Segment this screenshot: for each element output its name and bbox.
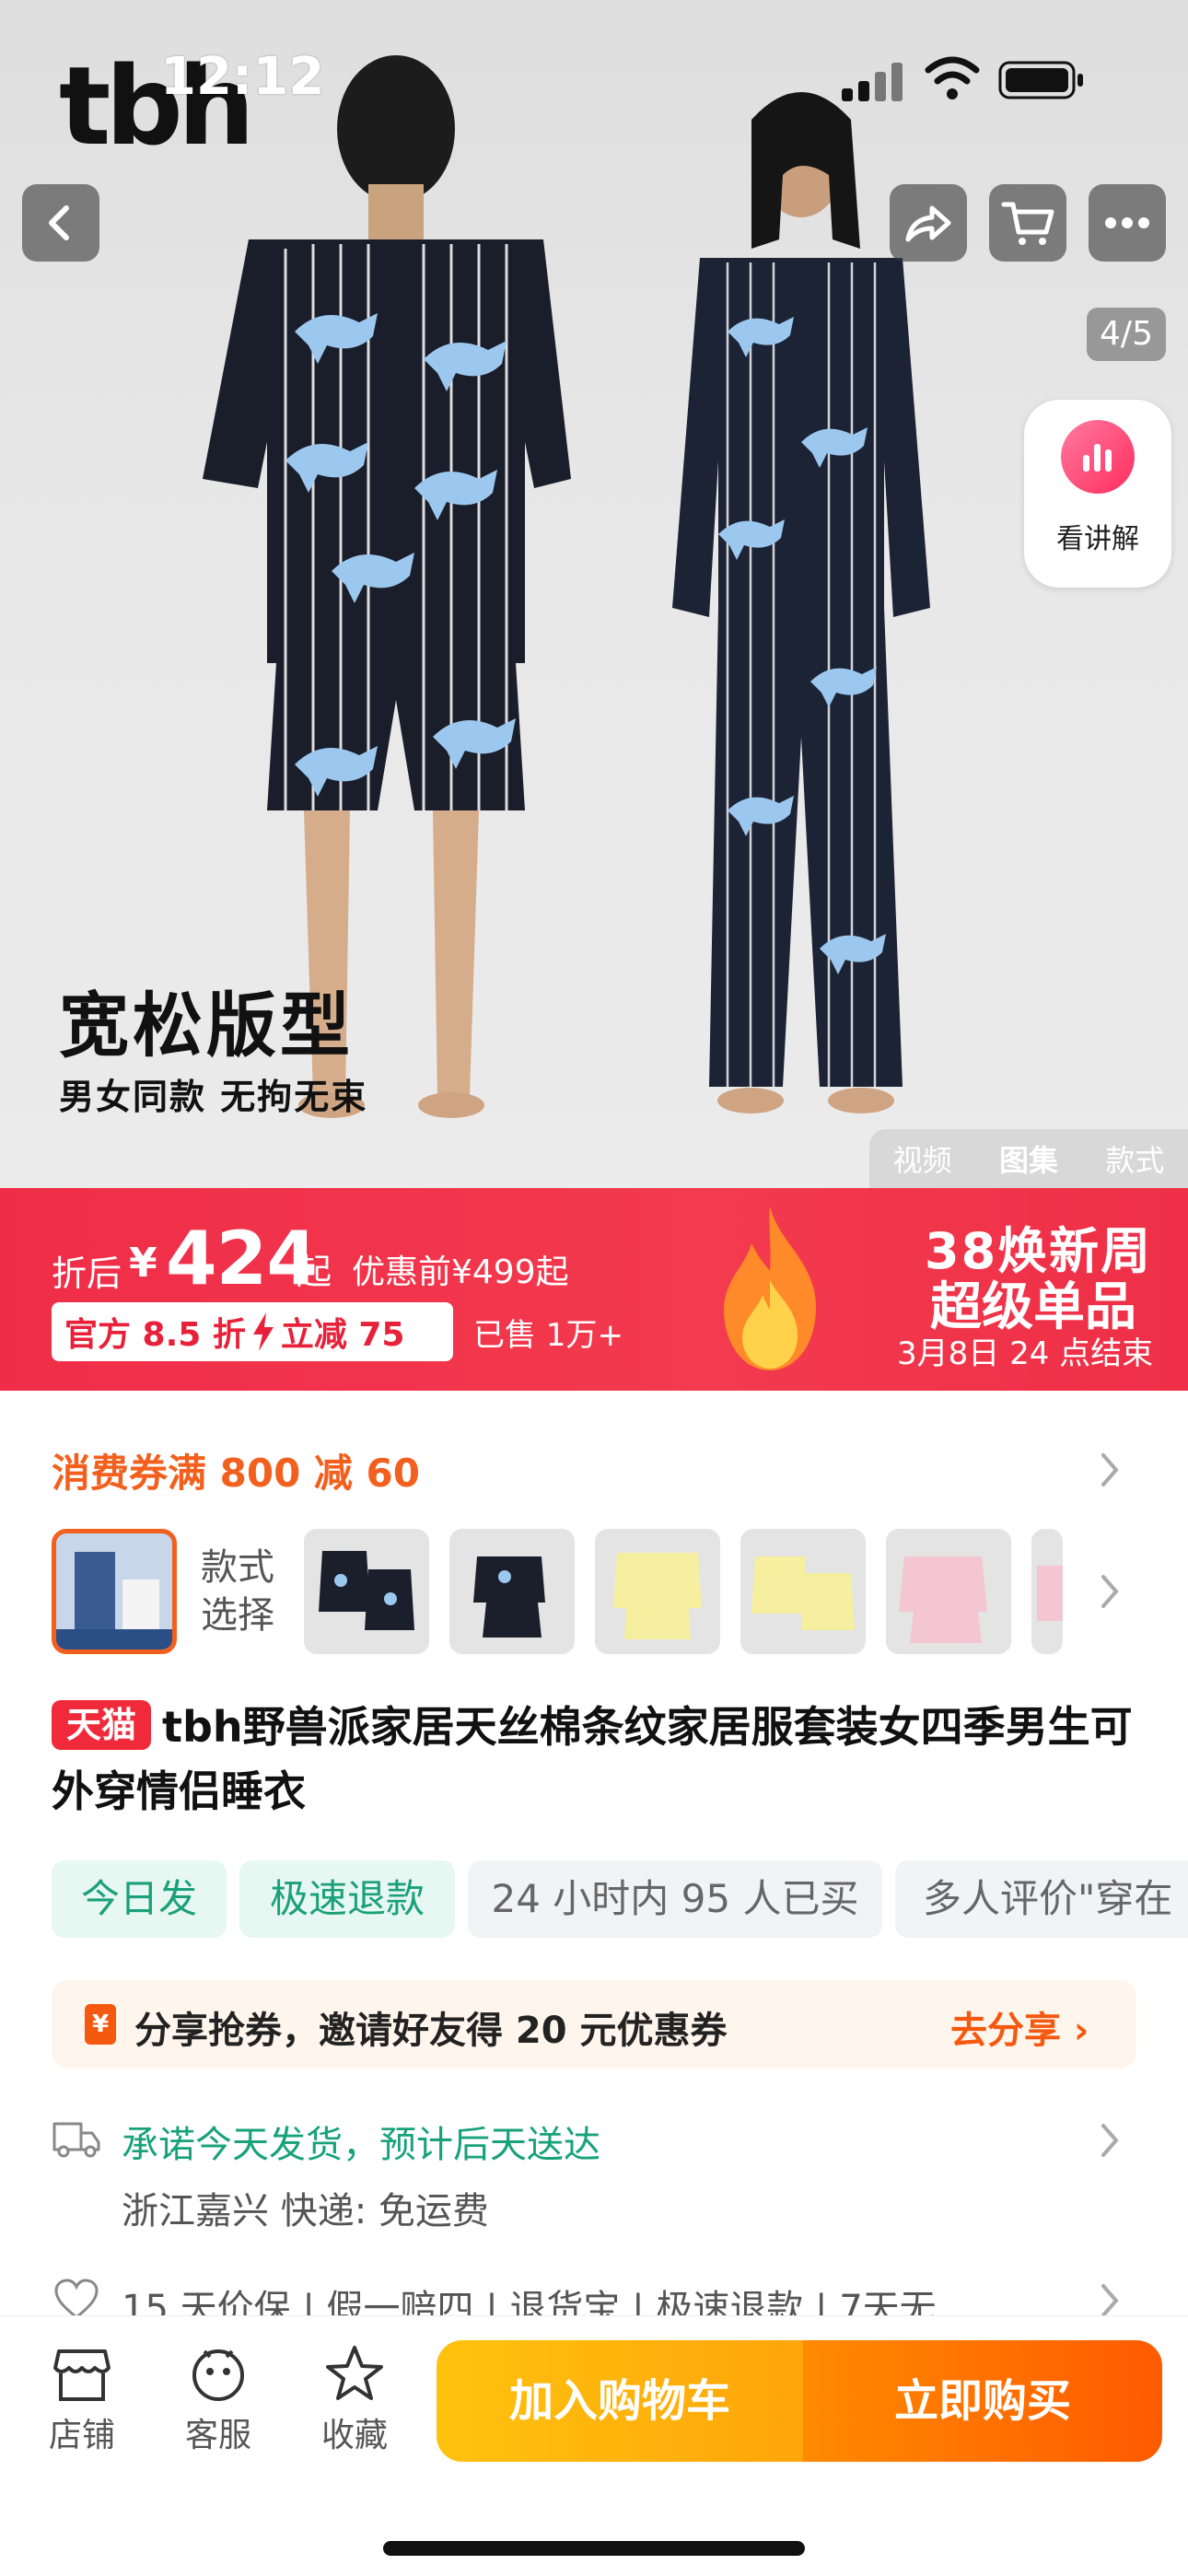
price-from-label: 起 [297,1252,332,1292]
style-thumbnail-image [886,1529,1011,1654]
service-label: 客服 [184,2417,251,2454]
shopping-cart-icon [1001,202,1054,245]
style-thumbnail[interactable] [595,1529,720,1654]
shop-label: 店铺 [48,2417,115,2454]
chevron-right-icon [1101,1453,1119,1486]
heart-icon [54,2279,99,2317]
style-thumbnail-image [595,1529,720,1654]
back-button[interactable] [22,184,99,262]
chip-fast-refund: 极速退款 [239,1860,455,1938]
more-button[interactable] [1089,184,1166,262]
customer-service-button[interactable]: 客服 [168,2344,269,2456]
style-thumbnail-image [449,1529,575,1654]
event-end-time: 3月8日 24 点结束 [897,1335,1154,1372]
style-select-label[interactable]: 款式 选择 [201,1544,274,1639]
chevron-right-icon [1101,2124,1119,2157]
style-thumbnail-image [304,1529,429,1654]
tab-gallery[interactable]: 图集 [999,1137,1058,1180]
lightning-icon [252,1312,274,1351]
bar-chart-icon [1061,420,1135,494]
delivery-truck-icon [52,2122,100,2158]
favorite-button[interactable]: 收藏 [304,2344,405,2456]
tmall-tag: 天猫 [52,1700,151,1750]
price-promo-banner: 折后 ¥ 424 起 优惠前¥499起 官方 8.5 折 立减 75 已售 1万… [0,1188,1188,1391]
after-discount-label: 折后 [52,1253,122,1294]
buy-now-button[interactable]: 立即购买 [803,2340,1162,2462]
delivery-detail: 浙江嘉兴 快递: 免运费 [122,2190,489,2232]
delivery-promise: 承诺今天发货，预计后天送达 [122,2124,600,2166]
style-thumbnail-image [56,1533,172,1649]
share-cta[interactable]: 去分享 › [950,2000,1089,2054]
explain-label: 看讲解 [1056,523,1139,555]
share-coupon-text: 分享抢券，邀请好友得 20 元优惠券 [134,2010,728,2052]
chat-face-icon [192,2349,244,2401]
coupon-text: 消费券满 800 减 60 [52,1451,420,1496]
battery-icon [998,61,1083,99]
favorite-label: 收藏 [320,2417,388,2454]
style-thumbnail[interactable] [886,1529,1011,1654]
share-button[interactable] [890,184,967,262]
currency-symbol: ¥ [129,1240,157,1287]
chevron-right-icon [1101,2284,1119,2317]
video-explain-button[interactable]: 看讲解 [1024,400,1171,588]
delivery-row[interactable]: 承诺今天发货，预计后天送达 浙江嘉兴 快递: 免运费 [0,2100,1188,2238]
official-discount-text: 官方 8.5 折 [64,1316,246,1354]
share-arrow-icon [905,205,951,242]
chevron-right-icon[interactable] [1096,1571,1124,1612]
chip-ship-today: 今日发 [52,1860,227,1938]
status-bar-time: 12:12 [160,47,325,107]
style-select-line1: 款式 [201,1546,274,1589]
chip-recent-buyers: 24 小时内 95 人已买 [468,1860,882,1938]
store-icon [53,2349,111,2401]
style-thumbnail-image [740,1529,866,1654]
style-thumbnail[interactable] [449,1529,575,1654]
wifi-icon [925,56,980,99]
chip-reviews: 多人评价"穿在 [895,1860,1188,1938]
image-counter: 4/5 [1087,308,1166,361]
discounted-price: 424 [166,1216,318,1301]
star-icon [326,2346,383,2400]
style-thumbnail-image [1031,1529,1063,1654]
add-to-cart-button[interactable]: 加入购物车 [437,2340,803,2462]
style-thumbnail-selected[interactable] [52,1529,177,1654]
product-image-gallery[interactable]: tbh 12:12 4/5 看讲解 宽松版型 男女同款 无拘无束 视频 图集 款… [0,0,1188,1188]
coupon-row[interactable]: 消费券满 800 减 60 [0,1424,1188,1516]
flame-icon [724,1206,816,1370]
style-thumbnail[interactable] [304,1529,429,1654]
original-price: 优惠前¥499起 [352,1253,569,1291]
sold-count: 已售 1万+ [473,1317,623,1354]
coupon-icon: ¥ [85,2004,116,2045]
cart-button[interactable] [989,184,1066,262]
home-indicator [383,2541,805,2556]
media-tabs: 视频 图集 款式 [869,1129,1188,1188]
bottom-action-bar: 店铺 客服 收藏 加入购物车 立即购买 [0,2315,1188,2576]
tab-video[interactable]: 视频 [893,1137,952,1180]
hero-headline: 宽松版型 [59,985,354,1067]
hero-subheadline: 男女同款 无拘无束 [59,1077,368,1117]
service-guarantees-row[interactable]: 15 天价保 | 假一赔四 | 退货宝 | 极速退款 | 7天无... [0,2266,1188,2317]
style-thumbnail[interactable] [740,1529,866,1654]
product-title: tbh野兽派家居天丝棉条纹家居服套装女四季男生可外穿情侣睡衣 [52,1702,1133,1816]
tab-styles[interactable]: 款式 [1105,1137,1164,1180]
share-coupon-bar[interactable]: ¥ 分享抢券，邀请好友得 20 元优惠券 去分享 › [52,1980,1136,2069]
official-discount-badge: 官方 8.5 折 立减 75 [52,1302,453,1361]
service-guarantees: 15 天价保 | 假一赔四 | 退货宝 | 极速退款 | 7天无... [122,2288,972,2317]
instant-reduction-text: 立减 75 [280,1316,405,1354]
shop-button[interactable]: 店铺 [31,2344,133,2456]
style-thumbnail[interactable] [1031,1529,1063,1654]
more-dots-icon [1105,217,1149,228]
style-select-line2: 选择 [201,1594,274,1637]
chevron-left-icon [49,205,69,240]
